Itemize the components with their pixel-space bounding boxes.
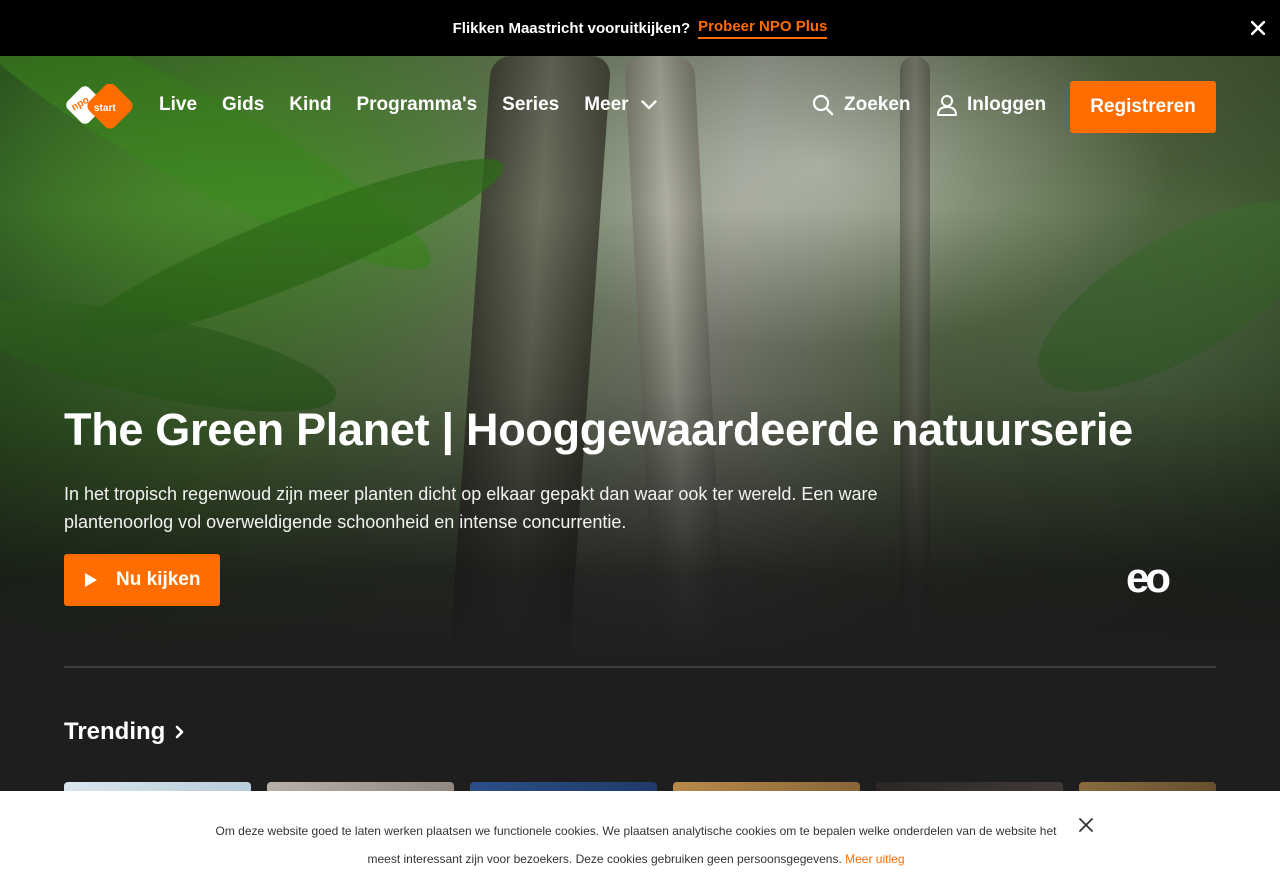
promo-bar: Flikken Maastricht vooruitkijken? Probee…: [0, 0, 1280, 56]
cookie-close-button[interactable]: [1076, 815, 1096, 835]
hero-description: In het tropisch regenwoud zijn meer plan…: [64, 484, 878, 532]
nav-item-programmas[interactable]: Programma's: [356, 94, 477, 116]
nav-item-gids[interactable]: Gids: [222, 94, 264, 116]
watch-now-label: Nu kijken: [116, 569, 201, 590]
close-icon: [1251, 21, 1265, 35]
cookie-message: Om deze website goed te laten werken pla…: [215, 824, 1057, 866]
search-button[interactable]: Zoeken: [812, 94, 911, 116]
site-header: npo start Live Gids Kind Programma's Ser…: [0, 56, 1280, 160]
promo-text: Flikken Maastricht vooruitkijken?: [452, 19, 691, 37]
cookie-more-link[interactable]: Meer uitleg: [845, 852, 904, 866]
hero-title: The Green Planet | Hooggewaardeerde natu…: [64, 404, 1133, 455]
cookie-banner: Om deze website goed te laten werken pla…: [0, 791, 1280, 887]
search-label: Zoeken: [844, 94, 911, 115]
chevron-down-icon: [640, 100, 657, 110]
broadcaster-logo: eo: [1126, 554, 1196, 601]
play-icon: [85, 573, 97, 587]
nav-item-kind[interactable]: Kind: [289, 94, 331, 116]
npo-start-logo[interactable]: npo start: [64, 83, 134, 132]
section-divider: [64, 666, 1216, 668]
login-label: Inloggen: [967, 94, 1047, 115]
search-icon: [812, 94, 834, 116]
trending-heading[interactable]: Trending: [64, 718, 185, 746]
promo-close-button[interactable]: [1248, 18, 1268, 38]
register-button[interactable]: Registreren: [1070, 81, 1216, 133]
nav-item-live[interactable]: Live: [159, 94, 197, 116]
nav-item-meer[interactable]: Meer: [584, 94, 657, 116]
promo-link[interactable]: Probeer NPO Plus: [698, 18, 828, 39]
trending-title: Trending: [64, 718, 166, 745]
user-icon: [937, 95, 957, 116]
nav-item-meer-label: Meer: [584, 94, 629, 115]
close-icon: [1079, 818, 1093, 832]
watch-now-button[interactable]: Nu kijken: [64, 554, 220, 606]
logo-text-start: start: [94, 103, 116, 114]
nav-item-series[interactable]: Series: [502, 94, 559, 116]
login-button[interactable]: Inloggen: [936, 94, 1046, 116]
chevron-right-icon: [176, 725, 184, 739]
main-nav: Live Gids Kind Programma's Series Meer: [159, 94, 657, 116]
broadcaster-logo-text: eo: [1126, 562, 1170, 598]
cookie-text-wrapper: Om deze website goed te laten werken pla…: [210, 817, 1062, 873]
